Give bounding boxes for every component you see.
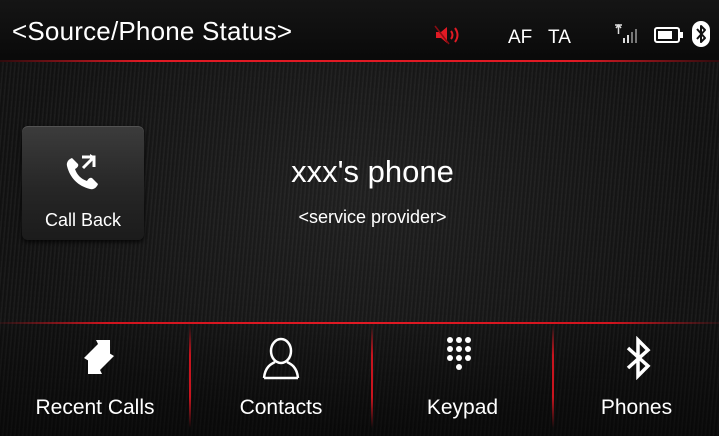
page-title[interactable]: <Source/Phone Status> — [12, 16, 292, 47]
recent-calls-icon — [84, 340, 114, 374]
speaker-muted-icon — [434, 25, 459, 45]
af-indicator: AF — [508, 27, 533, 48]
nav-recent-calls-label: Recent Calls — [35, 396, 155, 419]
nav-recent-calls[interactable]: Recent Calls — [0, 324, 190, 436]
nav-phones[interactable]: Phones — [554, 324, 719, 436]
battery-icon — [654, 27, 683, 43]
contacts-icon — [262, 337, 300, 380]
call-back-button[interactable]: Call Back — [22, 126, 144, 240]
phone-callback-icon — [66, 154, 98, 190]
phone-name: xxx's phone — [291, 154, 454, 189]
service-provider: <service provider> — [298, 207, 447, 227]
nav-contacts-label: Contacts — [239, 396, 323, 419]
bluetooth-status-badge — [692, 21, 710, 47]
bottom-nav: Recent Calls Contacts Keypad Phones — [0, 324, 719, 436]
ta-indicator: TA — [548, 27, 571, 48]
nav-contacts[interactable]: Contacts — [191, 324, 371, 436]
nav-phones-label: Phones — [600, 396, 673, 419]
status-bar: <Source/Phone Status> AF TA — [0, 0, 719, 62]
keypad-icon — [447, 337, 471, 370]
bluetooth-icon — [696, 25, 706, 43]
signal-icon — [615, 24, 637, 43]
nav-keypad[interactable]: Keypad — [373, 324, 552, 436]
nav-keypad-label: Keypad — [426, 396, 499, 419]
call-back-label: Call Back — [44, 210, 122, 230]
bluetooth-icon — [626, 336, 651, 380]
phone-status-screen: <Source/Phone Status> AF TA Call Back xx… — [0, 0, 719, 436]
